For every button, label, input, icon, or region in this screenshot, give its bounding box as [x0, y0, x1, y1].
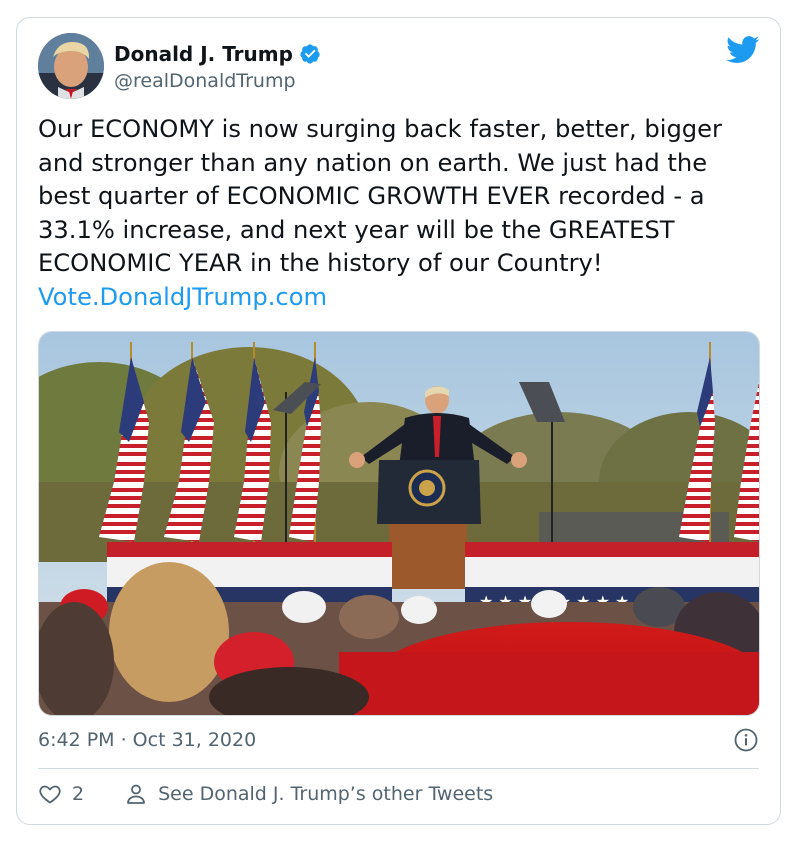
tweet-body: Our ECONOMY is now surging back faster, … — [38, 115, 722, 278]
tweet-timestamp[interactable]: 6:42 PM · Oct 31, 2020 — [38, 729, 256, 751]
verified-badge-icon — [299, 43, 321, 65]
tweet-actions: 2 See Donald J. Trump’s other Tweets — [38, 782, 493, 806]
twitter-bird-icon[interactable] — [726, 36, 760, 64]
tweet-photo[interactable]: ★ ★ ★ ★ ★ ★ ★ ★ ★ ★ ★ ★ ★ ★ — [38, 331, 760, 716]
rally-photo: ★ ★ ★ ★ ★ ★ ★ ★ ★ ★ ★ ★ ★ ★ — [39, 332, 759, 715]
info-icon[interactable] — [734, 728, 758, 752]
person-icon — [127, 784, 145, 804]
avatar[interactable] — [38, 33, 104, 99]
heart-icon — [39, 785, 61, 804]
like-button[interactable]: 2 — [38, 782, 84, 806]
author-name[interactable]: Donald J. Trump — [114, 42, 293, 66]
author-handle[interactable]: @realDonaldTrump — [114, 70, 321, 92]
divider — [38, 768, 759, 769]
tweet-link[interactable]: Vote.DonaldJTrump.com — [38, 283, 327, 311]
tweet-card: Donald J. Trump @realDonaldTrump Our ECO… — [16, 17, 781, 825]
author-block: Donald J. Trump @realDonaldTrump — [114, 42, 321, 92]
like-count: 2 — [72, 783, 85, 805]
other-tweets-link[interactable]: See Donald J. Trump’s other Tweets — [124, 782, 493, 806]
tweet-text: Our ECONOMY is now surging back faster, … — [38, 113, 766, 315]
other-tweets-label: See Donald J. Trump’s other Tweets — [158, 783, 494, 805]
